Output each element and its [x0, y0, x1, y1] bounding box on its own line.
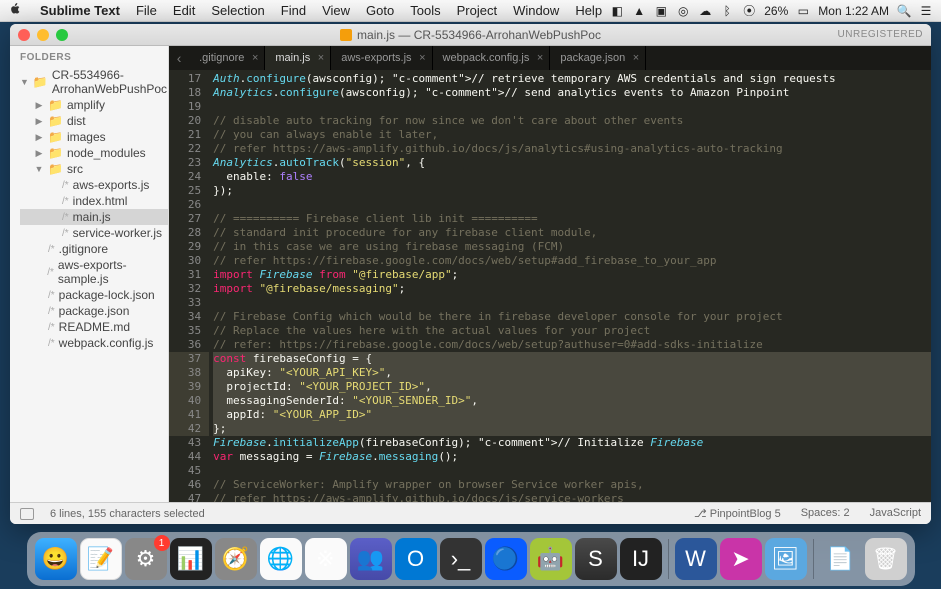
dock-notes[interactable]: 📝 [80, 538, 122, 580]
menu-project[interactable]: Project [449, 3, 505, 18]
tab[interactable]: .gitignore× [189, 46, 265, 70]
menubar-status-area: ◧ ▲ ▣ ◎ ☁ ᛒ ⦿ 26% ▭ Mon 1:22 AM 🔍 ☰ [610, 4, 933, 18]
dock-activity[interactable]: 📊 [170, 538, 212, 580]
menu-help[interactable]: Help [567, 3, 610, 18]
tab-prev-icon[interactable]: ‹ [169, 46, 189, 70]
tree-folder[interactable]: ▶📁 amplify [20, 97, 168, 113]
dock-trash[interactable]: 🗑 [865, 538, 907, 580]
tab-close-icon[interactable]: × [419, 52, 425, 64]
apple-menu-icon[interactable] [8, 2, 32, 19]
clock[interactable]: Mon 1:22 AM [818, 4, 889, 18]
menu-view[interactable]: View [314, 3, 358, 18]
zoom-window-button[interactable] [56, 29, 68, 41]
sublime-window: main.js — CR-5534966-ArrohanWebPushPoc U… [10, 24, 931, 524]
menu-find[interactable]: Find [273, 3, 314, 18]
menu-edit[interactable]: Edit [165, 3, 203, 18]
tree-folder[interactable]: ▶📁 node_modules [20, 145, 168, 161]
status-icon-generic[interactable]: ▲ [632, 4, 646, 18]
tab-close-icon[interactable]: × [318, 52, 324, 64]
selection-info: 6 lines, 155 characters selected [50, 508, 205, 520]
menu-selection[interactable]: Selection [203, 3, 272, 18]
tab[interactable]: webpack.config.js× [433, 46, 551, 70]
window-title: main.js — CR-5534966-ArrohanWebPushPoc [357, 28, 601, 42]
tree-folder[interactable]: ▼📁 src [20, 161, 168, 177]
tree-folder[interactable]: ▶📁 images [20, 129, 168, 145]
tree-file[interactable]: /* index.html [20, 193, 168, 209]
menu-goto[interactable]: Goto [358, 3, 402, 18]
tree-file[interactable]: /* service-worker.js [20, 225, 168, 241]
dock-teams[interactable]: 👥 [350, 538, 392, 580]
tree-file[interactable]: /* .gitignore [20, 241, 168, 257]
file-tree: ▼📁 CR-5534966-ArrohanWebPushPoc▶📁 amplif… [10, 67, 168, 361]
dock-slack[interactable]: ※ [305, 538, 347, 580]
tree-file[interactable]: /* README.md [20, 319, 168, 335]
panel-switch-icon[interactable] [20, 508, 34, 520]
tree-root[interactable]: ▼📁 CR-5534966-ArrohanWebPushPoc [20, 67, 168, 97]
dock-finder[interactable]: 😀 [35, 538, 77, 580]
dock-app[interactable]: ⚙1 [125, 538, 167, 580]
editor: ‹ .gitignore×main.js×aws-exports.js×webp… [169, 46, 931, 502]
menu-window[interactable]: Window [505, 3, 567, 18]
menubar: Sublime Text File Edit Selection Find Vi… [0, 0, 941, 22]
battery-icon[interactable]: ▭ [796, 4, 810, 18]
dock-word[interactable]: W [675, 538, 717, 580]
tree-file[interactable]: /* main.js [20, 209, 168, 225]
close-window-button[interactable] [18, 29, 30, 41]
tab-close-icon[interactable]: × [633, 52, 639, 64]
status-icon-generic[interactable]: ◎ [676, 4, 690, 18]
tab-bar: ‹ .gitignore×main.js×aws-exports.js×webp… [169, 46, 931, 70]
tree-file[interactable]: /* package.json [20, 303, 168, 319]
tree-file[interactable]: /* aws-exports.js [20, 177, 168, 193]
menu-tools[interactable]: Tools [402, 3, 448, 18]
tree-file[interactable]: /* aws-exports-sample.js [20, 257, 168, 287]
dock-safari[interactable]: 🧭 [215, 538, 257, 580]
notifications-icon[interactable]: ☰ [919, 4, 933, 18]
tab[interactable]: package.json× [550, 46, 646, 70]
tree-folder[interactable]: ▶📁 dist [20, 113, 168, 129]
search-icon[interactable]: 🔍 [897, 4, 911, 18]
battery-percent[interactable]: 26% [764, 4, 788, 18]
code-area[interactable]: Auth.configure(awsconfig); "c-comment">/… [209, 70, 931, 502]
titlebar[interactable]: main.js — CR-5534966-ArrohanWebPushPoc U… [10, 24, 931, 46]
tab-close-icon[interactable]: × [537, 52, 543, 64]
status-icon-generic[interactable]: ◧ [610, 4, 624, 18]
badge: 1 [154, 535, 170, 551]
status-icon-generic[interactable]: ▣ [654, 4, 668, 18]
dock-app[interactable]: 🔵 [485, 538, 527, 580]
dock-intellij[interactable]: IJ [620, 538, 662, 580]
dock-outlook[interactable]: O [395, 538, 437, 580]
dock-terminal[interactable]: ›_ [440, 538, 482, 580]
sidebar: FOLDERS ▼📁 CR-5534966-ArrohanWebPushPoc▶… [10, 46, 169, 502]
app-menu[interactable]: Sublime Text [32, 3, 128, 18]
tree-file[interactable]: /* package-lock.json [20, 287, 168, 303]
file-type-icon [340, 29, 352, 41]
minimize-window-button[interactable] [37, 29, 49, 41]
dock-file[interactable]: 📄 [820, 538, 862, 580]
tab-close-icon[interactable]: × [252, 52, 258, 64]
bluetooth-icon[interactable]: ᛒ [720, 4, 734, 18]
syntax[interactable]: JavaScript [870, 507, 921, 520]
dock-android[interactable]: 🤖 [530, 538, 572, 580]
dock: 😀 📝 ⚙1 📊 🧭 🌐 ※ 👥 O ›_ 🔵 🤖 S IJ W ➤ 🖼 📄 🗑 [27, 532, 915, 586]
unregistered-label: UNREGISTERED [838, 29, 923, 40]
tree-file[interactable]: /* webpack.config.js [20, 335, 168, 351]
menu-file[interactable]: File [128, 3, 165, 18]
sidebar-header: FOLDERS [10, 46, 168, 67]
wifi-icon[interactable]: ⦿ [742, 4, 756, 18]
dock-separator [813, 539, 814, 579]
tab[interactable]: main.js× [265, 46, 331, 70]
dock-chrome[interactable]: 🌐 [260, 538, 302, 580]
dock-separator [668, 539, 669, 579]
status-icon-generic[interactable]: ☁ [698, 4, 712, 18]
git-branch[interactable]: ⎇ PinpointBlog 5 [694, 507, 781, 520]
dock-app[interactable]: ➤ [720, 538, 762, 580]
dock-app[interactable]: 🖼 [765, 538, 807, 580]
dock-sublime[interactable]: S [575, 538, 617, 580]
line-gutter[interactable]: 1718192021222324252627282930313233343536… [169, 70, 209, 502]
tab[interactable]: aws-exports.js× [331, 46, 432, 70]
indentation[interactable]: Spaces: 2 [801, 507, 850, 520]
statusbar: 6 lines, 155 characters selected ⎇ Pinpo… [10, 502, 931, 524]
